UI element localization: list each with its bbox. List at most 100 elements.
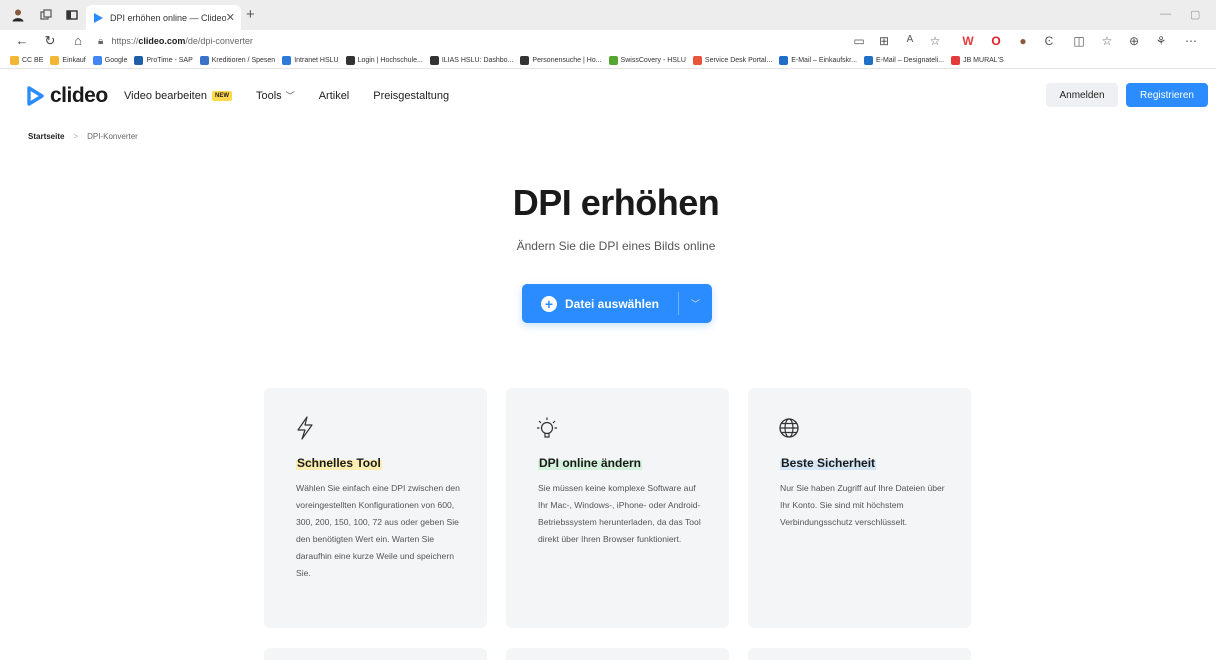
nav-video-edit[interactable]: Video bearbeiten NEW xyxy=(124,90,232,102)
home-icon[interactable]: ⌂ xyxy=(70,33,86,48)
favorite-star-icon[interactable]: ☆ xyxy=(928,34,942,48)
bookmark-icon xyxy=(608,55,618,65)
bookmark-label: SwissCovery - HSLU xyxy=(620,56,686,64)
minimize-icon[interactable]: — xyxy=(1160,8,1171,20)
nav-video-edit-label: Video bearbeiten xyxy=(124,89,207,102)
globe-icon xyxy=(779,418,799,438)
upload-options-dropdown[interactable]: ﹀ xyxy=(679,284,712,323)
read-aloud-icon[interactable]: A xyxy=(903,34,917,45)
clideo-favicon-icon xyxy=(94,12,103,23)
bookmark-item[interactable]: ILIAS HSLU: Dashbo... xyxy=(429,55,513,65)
bookmark-label: E-Mail – Designateli... xyxy=(875,56,945,64)
bookmark-item[interactable]: Einkauf xyxy=(50,55,86,65)
feature-card-online: DPI online ändern Sie müssen keine kompl… xyxy=(506,388,729,628)
tab-title: DPI erhöhen online — Clideo xyxy=(110,12,226,23)
back-icon[interactable]: ← xyxy=(14,33,30,48)
feature-card-partial xyxy=(506,648,729,660)
breadcrumb-separator: > xyxy=(73,132,79,141)
bookmarks-bar: CC BE Einkauf Google ProTime - SAP Kreditior… xyxy=(0,52,1216,69)
breadcrumb: Startseite > DPI-Konverter xyxy=(28,132,138,141)
bookmark-label: ProTime - SAP xyxy=(146,56,193,64)
feature-card-partial xyxy=(264,648,487,660)
bookmark-item[interactable]: Google xyxy=(92,55,128,65)
extension-opera-icon[interactable]: O xyxy=(989,34,1003,48)
reader-view-icon[interactable]: ▭ xyxy=(852,34,866,48)
bookmark-item[interactable]: CC BE xyxy=(10,55,44,65)
nav-tools[interactable]: Tools ﹀ xyxy=(256,89,295,102)
bookmark-item[interactable]: SwissCovery - HSLU xyxy=(608,55,686,65)
clideo-logo-icon xyxy=(27,86,44,106)
choose-file-label: Datei auswählen xyxy=(564,296,660,311)
login-button[interactable]: Anmelden xyxy=(1046,83,1118,107)
feature-text: Nur Sie haben Zugriff auf Ihre Dateien ü… xyxy=(780,483,945,528)
bookmark-item[interactable]: Kreditioren / Spesen xyxy=(199,55,276,65)
feature-card-partial xyxy=(748,648,971,660)
profile-icon[interactable] xyxy=(10,7,26,23)
tab-active[interactable]: DPI erhöhen online — Clideo ✕ xyxy=(86,5,241,30)
grid-icon[interactable]: ⊞ xyxy=(877,34,891,48)
url-path: /de/dpi-converter xyxy=(185,36,253,46)
bookmark-label: Kreditioren / Spesen xyxy=(211,56,276,64)
breadcrumb-home[interactable]: Startseite xyxy=(28,132,64,141)
choose-file-button-group: + Datei auswählen ﹀ xyxy=(522,284,712,323)
chevron-down-icon: ﹀ xyxy=(690,299,700,309)
bookmark-item[interactable]: Service Desk Portal... xyxy=(692,55,773,65)
tab-actions-icon[interactable] xyxy=(64,7,80,23)
more-menu-icon[interactable]: ⋯ xyxy=(1184,34,1198,48)
bookmark-icon xyxy=(134,55,144,65)
bookmark-item[interactable]: Personensuche | Ho... xyxy=(520,55,602,65)
browser-tab-bar: DPI erhöhen online — Clideo ✕ + — ▢ xyxy=(0,0,1216,30)
clideo-logo[interactable]: clideo xyxy=(26,84,108,108)
site-header: clideo Video bearbeiten NEW Tools ﹀ Arti… xyxy=(0,78,1216,114)
url-field[interactable]: 🔒︎ https://clideo.com/de/dpi-converter xyxy=(98,32,848,50)
url-prefix: https:// xyxy=(111,36,139,46)
workspaces-icon[interactable] xyxy=(38,7,54,23)
feature-card-security: Beste Sicherheit Nur Sie haben Zugriff a… xyxy=(748,388,971,628)
lock-icon: 🔒︎ xyxy=(98,35,104,47)
chevron-down-icon: ﹀ xyxy=(285,91,295,101)
new-tab-icon[interactable]: + xyxy=(246,6,255,23)
bookmark-item[interactable]: E-Mail – Designateli... xyxy=(863,55,945,65)
bookmark-label: Login | Hochschule... xyxy=(357,56,423,64)
breadcrumb-current: DPI-Konverter xyxy=(87,132,138,141)
collections-icon[interactable]: ⊕ xyxy=(1127,34,1141,48)
bookmark-label: E-Mail – Einkaufskr... xyxy=(791,56,857,64)
extension-c-icon[interactable]: Ͼ xyxy=(1042,34,1056,48)
nav-pricing[interactable]: Preisgestaltung xyxy=(373,90,449,102)
logo-text: clideo xyxy=(50,84,108,107)
bookmark-label: Einkauf xyxy=(62,56,86,64)
bookmark-label: Google xyxy=(104,56,128,64)
bookmark-label: CC BE xyxy=(22,56,44,64)
feature-title: Beste Sicherheit xyxy=(780,456,877,470)
bookmark-icon xyxy=(951,55,961,65)
favorites-icon[interactable]: ☆ xyxy=(1100,34,1114,48)
tab-close-icon[interactable]: ✕ xyxy=(226,11,235,24)
extension-w-icon[interactable]: W xyxy=(961,34,975,48)
lightbulb-icon xyxy=(537,417,557,438)
choose-file-button[interactable]: + Datei auswählen xyxy=(522,284,678,323)
bookmark-label: Service Desk Portal... xyxy=(704,56,773,64)
address-bar-row: ← ↻ ⌂ 🔒︎ https://clideo.com/de/dpi-conve… xyxy=(0,30,1216,52)
register-button[interactable]: Registrieren xyxy=(1126,83,1208,107)
reload-icon[interactable]: ↻ xyxy=(42,33,58,49)
restore-icon[interactable]: ▢ xyxy=(1190,8,1200,21)
lightning-icon xyxy=(297,416,313,440)
bookmark-icon xyxy=(50,55,60,65)
extension-cookie-icon[interactable]: ● xyxy=(1016,34,1030,48)
bookmark-item[interactable]: E-Mail – Einkaufskr... xyxy=(779,55,857,65)
main-nav: Video bearbeiten NEW Tools ﹀ Artikel Pre… xyxy=(124,89,473,102)
bookmark-item[interactable]: JB MURAL'S xyxy=(951,55,1004,65)
bookmark-icon xyxy=(779,55,789,65)
bookmark-item[interactable]: ProTime - SAP xyxy=(134,55,193,65)
extensions-icon[interactable]: ⚘ xyxy=(1154,34,1168,48)
bookmark-item[interactable]: Login | Hochschule... xyxy=(345,55,423,65)
split-screen-icon[interactable]: ◫ xyxy=(1072,34,1086,48)
bookmark-item[interactable]: Intranet HSLU xyxy=(282,55,339,65)
nav-articles[interactable]: Artikel xyxy=(319,90,350,102)
bookmark-label: Personensuche | Ho... xyxy=(532,56,602,64)
feature-title: Schnelles Tool xyxy=(296,456,382,470)
bookmark-icon xyxy=(199,55,209,65)
bookmark-label: JB MURAL'S xyxy=(963,56,1004,64)
nav-tools-label: Tools xyxy=(255,89,282,102)
page-subtitle: Ändern Sie die DPI eines Bilds online xyxy=(516,239,716,253)
